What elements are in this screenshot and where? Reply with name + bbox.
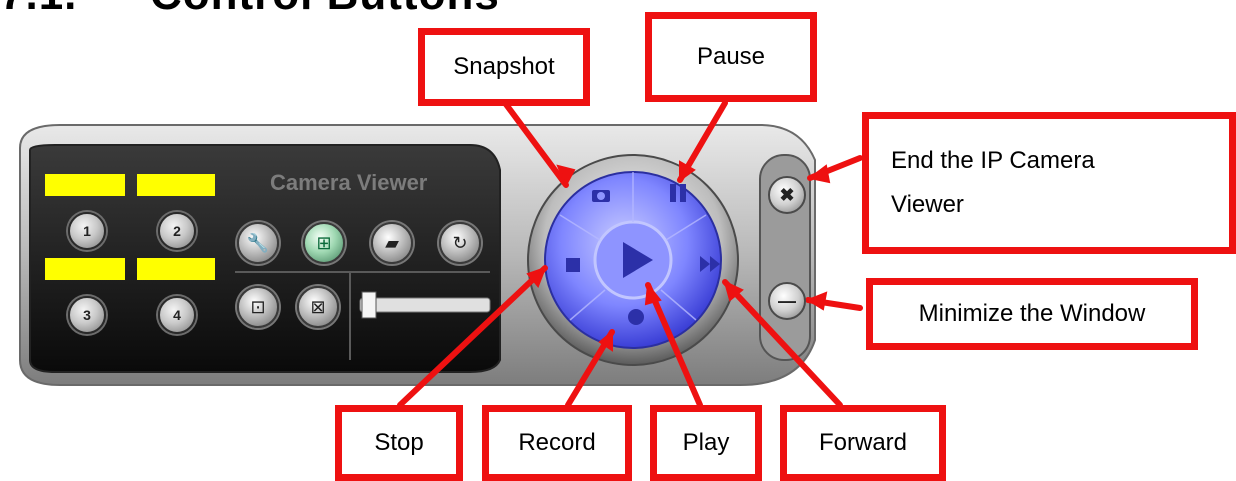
callout-stop: Stop xyxy=(335,405,463,481)
callout-play: Play xyxy=(650,405,762,481)
channel-2-indicator xyxy=(137,174,215,196)
channel-4-indicator xyxy=(137,258,215,280)
close-icon: ✖ xyxy=(779,184,795,205)
viewer-title: Camera Viewer xyxy=(270,170,428,195)
channel-3-indicator xyxy=(45,258,125,280)
callout-snapshot: Snapshot xyxy=(418,28,590,106)
minimize-icon: — xyxy=(778,290,796,311)
callout-end-viewer: End the IP Camera Viewer xyxy=(862,112,1236,254)
zoom-in-button[interactable]: ⊡ xyxy=(237,286,279,328)
callout-minimize: Minimize the Window xyxy=(866,278,1198,350)
zoom-out-button[interactable]: ⊠ xyxy=(297,286,339,328)
channel-1-indicator xyxy=(45,174,125,196)
wrench-icon: 🔧 xyxy=(246,232,270,253)
channel-1-button[interactable]: 1 xyxy=(68,212,106,250)
refresh-button[interactable]: ↻ xyxy=(439,222,481,264)
folder-icon: ▰ xyxy=(385,232,399,253)
settings-button[interactable]: 🔧 xyxy=(237,222,279,264)
close-button[interactable]: ✖ xyxy=(768,176,806,214)
zoom-in-icon: ⊡ xyxy=(250,296,266,317)
callout-pause: Pause xyxy=(645,12,817,102)
channel-3-button[interactable]: 3 xyxy=(68,296,106,334)
refresh-icon: ↻ xyxy=(452,232,468,253)
channel-2-button[interactable]: 2 xyxy=(158,212,196,250)
callout-forward: Forward xyxy=(780,405,946,481)
zoom-out-icon: ⊠ xyxy=(310,296,326,317)
layout-button[interactable]: ⊞ xyxy=(303,222,345,264)
callout-record: Record xyxy=(482,405,632,481)
channel-4-button[interactable]: 4 xyxy=(158,296,196,334)
open-folder-button[interactable]: ▰ xyxy=(371,222,413,264)
grid-icon: ⊞ xyxy=(316,232,332,253)
minimize-button[interactable]: — xyxy=(768,282,806,320)
